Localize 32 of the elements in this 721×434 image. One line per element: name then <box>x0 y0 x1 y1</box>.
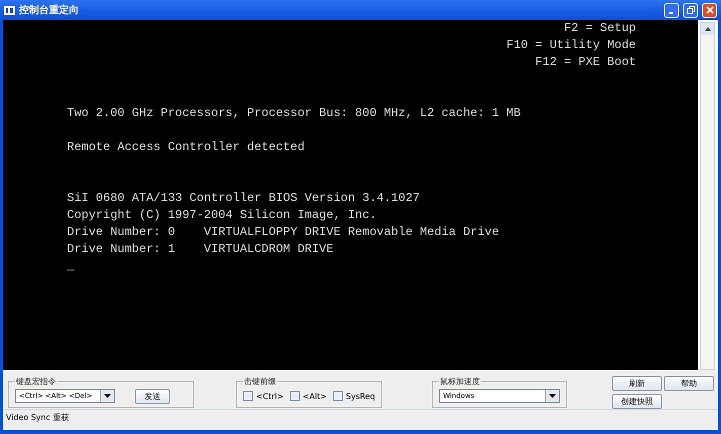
restore-button[interactable] <box>683 2 698 18</box>
send-button[interactable]: 发送 <box>135 388 170 404</box>
group-label: 击键前缀 <box>243 376 277 387</box>
hotkey-line: F2 = Setup <box>564 20 636 37</box>
vertical-scrollbar[interactable] <box>700 22 715 370</box>
console-line: Remote Access Controller detected <box>67 139 306 156</box>
console-line: Drive Number: 1 VIRTUALCDROM DRIVE <box>67 241 334 258</box>
action-button[interactable]: 创建快照 <box>612 394 662 409</box>
hotkey-line: F10 = Utility Mode <box>506 37 636 54</box>
dropdown-arrow-icon <box>104 394 111 398</box>
action-button[interactable]: 刷新 <box>612 376 662 391</box>
close-button[interactable] <box>702 2 717 18</box>
console-line: Copyright (C) 1997-2004 Silicon Image, Inc. <box>67 207 378 224</box>
restore-icon <box>686 6 694 14</box>
prefix-checkbox[interactable]: <Ctrl> <box>243 391 284 401</box>
prefix-checkbox[interactable]: <Alt> <box>290 391 327 401</box>
dropdown-arrow-icon <box>549 394 556 398</box>
console-line: Two 2.00 GHz Processors, Processor Bus: 800 MHz, L2 cache: 1 MB <box>67 105 522 122</box>
window-title: 控制台重定向 <box>19 3 80 17</box>
console-line: Drive Number: 0 VIRTUALFLOPPY DRIVE Removable Media Drive <box>67 224 500 241</box>
action-button[interactable]: 帮助 <box>664 376 714 391</box>
prefix-checkbox[interactable]: SysReq <box>332 391 376 401</box>
hotkey-line: F12 = PXE Boot <box>535 54 636 71</box>
group-label: 鼠标加速度 <box>439 376 482 387</box>
close-icon <box>706 6 714 14</box>
console-cursor: _ <box>67 258 76 275</box>
group-label: 键盘宏指令 <box>15 376 57 387</box>
minimize-button[interactable] <box>664 2 679 18</box>
scroll-up-icon[interactable] <box>704 27 710 31</box>
console-icon <box>4 6 15 14</box>
console-line: SiI 0680 ATA/133 Controller BIOS Version 3.4.1027 <box>67 190 421 207</box>
status-text: Video Sync 重获 <box>5 412 70 424</box>
